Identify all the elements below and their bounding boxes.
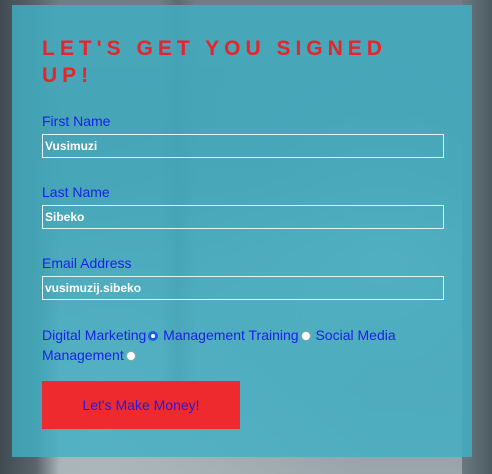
email-label: Email Address bbox=[42, 255, 132, 271]
option-digital-marketing-radio[interactable] bbox=[148, 331, 159, 341]
last-name-input[interactable] bbox=[42, 205, 444, 229]
signup-form-panel: LET'S GET YOU SIGNED UP! First Name Last… bbox=[12, 5, 472, 457]
option-management-training-radio[interactable] bbox=[300, 331, 311, 341]
page-background: LET'S GET YOU SIGNED UP! First Name Last… bbox=[0, 0, 492, 474]
first-name-label: First Name bbox=[42, 113, 111, 129]
submit-button[interactable]: Let's Make Money! bbox=[42, 381, 240, 429]
interest-options: Digital Marketing Management Training So… bbox=[42, 325, 452, 365]
option-management-training-label: Management Training bbox=[163, 327, 299, 343]
email-input[interactable] bbox=[42, 276, 444, 300]
option-digital-marketing-label: Digital Marketing bbox=[42, 327, 147, 343]
signup-title: LET'S GET YOU SIGNED UP! bbox=[42, 37, 387, 87]
first-name-input[interactable] bbox=[42, 134, 444, 158]
last-name-label: Last Name bbox=[42, 184, 110, 200]
option-social-media-management-radio[interactable] bbox=[125, 351, 136, 361]
